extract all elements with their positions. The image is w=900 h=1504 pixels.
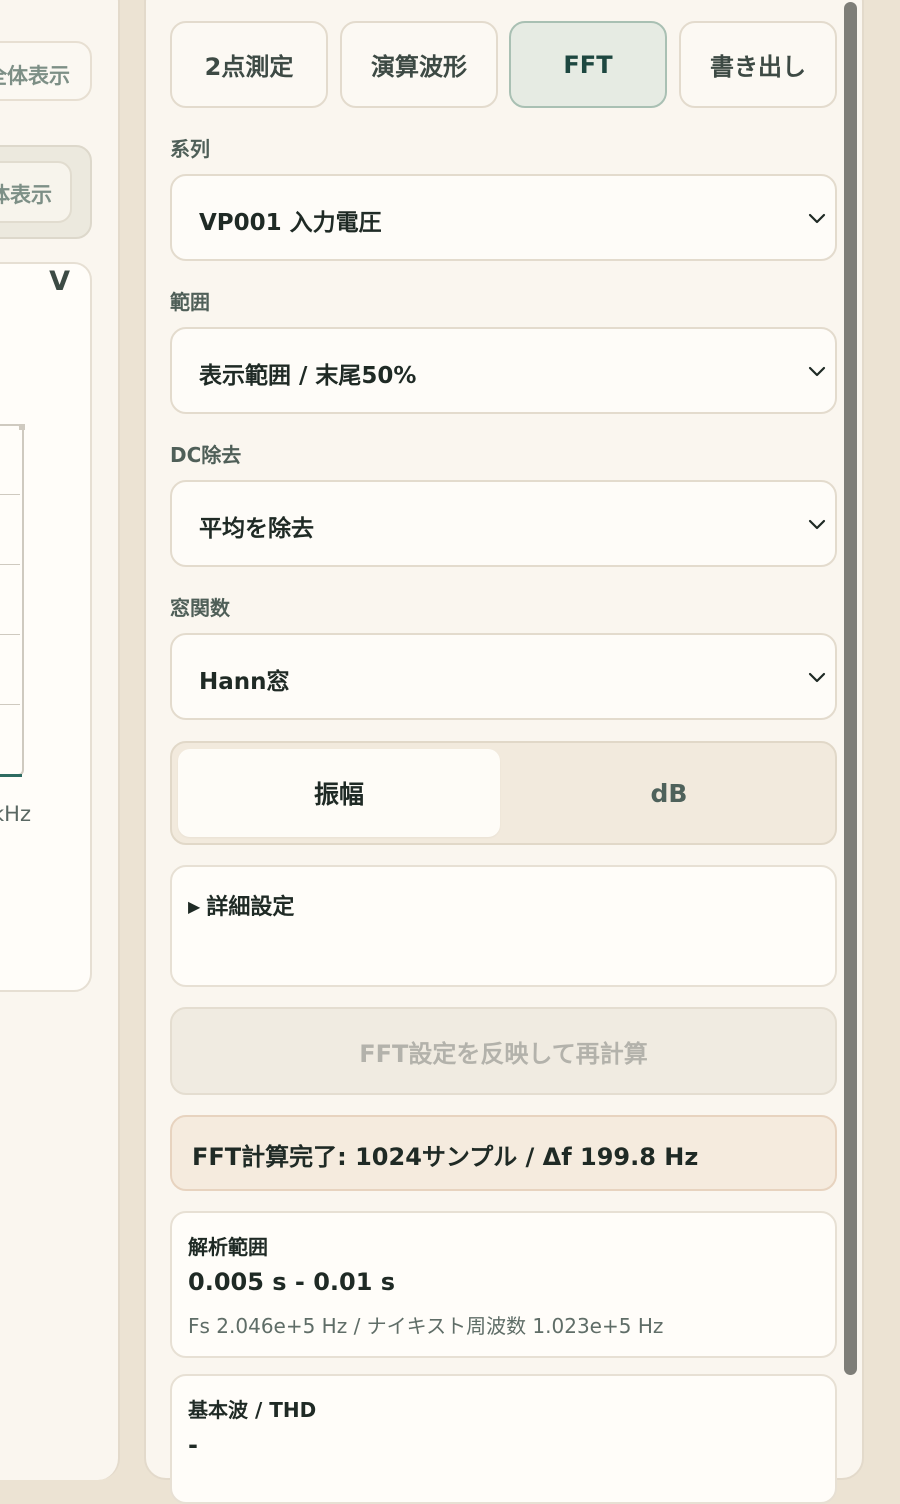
plot-corner-tick <box>19 424 25 430</box>
triangle-right-icon: ▶ <box>188 897 201 916</box>
fit-all-button-label: 全体表示 <box>0 64 70 88</box>
series-select-value: VP001 入力電圧 <box>199 210 382 236</box>
analysis-range-card: 解析範囲 0.005 s - 0.01 s Fs 2.046e+5 Hz / ナ… <box>170 1211 837 1358</box>
waveform-plot-card: V kHz <box>0 262 92 992</box>
amplitude-toggle-button[interactable]: 振幅 <box>178 749 500 837</box>
tab-computed-waveform[interactable]: 演算波形 <box>340 21 498 108</box>
sampling-rate-info: Fs 2.046e+5 Hz / ナイキスト周波数 1.023e+5 Hz <box>188 1314 664 1338</box>
chevron-down-icon <box>808 366 826 377</box>
analysis-range-value: 0.005 s - 0.01 s <box>188 1268 396 1296</box>
plot-gridline <box>0 564 20 565</box>
window-function-label: 窓関数 <box>170 596 230 620</box>
range-select-value: 表示範囲 / 末尾50% <box>199 363 417 389</box>
chevron-down-icon <box>808 213 826 224</box>
fundamental-thd-value: - <box>188 1431 198 1459</box>
series-label: 系列 <box>170 137 210 161</box>
tab-export[interactable]: 書き出し <box>679 21 837 108</box>
advanced-settings-toggle[interactable]: ▶ 詳細設定 <box>188 889 294 921</box>
range-label: 範囲 <box>170 290 210 314</box>
fit-all-button-secondary-label: 体表示 <box>0 183 52 207</box>
fundamental-thd-card: 基本波 / THD - <box>170 1374 837 1504</box>
plot-gridline <box>0 704 20 705</box>
series-select[interactable]: VP001 入力電圧 <box>170 174 837 261</box>
tab-fft[interactable]: FFT <box>509 21 667 108</box>
range-select[interactable]: 表示範囲 / 末尾50% <box>170 327 837 414</box>
dc-removal-select[interactable]: 平均を除去 <box>170 480 837 567</box>
fft-status-message: FFT計算完了: 1024サンプル / Δf 199.8 Hz <box>170 1115 837 1191</box>
fit-all-button[interactable]: 全体表示 <box>0 41 92 101</box>
y-axis-unit-label: V <box>49 266 70 297</box>
advanced-settings-label: 詳細設定 <box>206 895 295 920</box>
analysis-range-title: 解析範囲 <box>188 1235 268 1259</box>
x-axis-unit-label: kHz <box>0 802 31 826</box>
fundamental-thd-title: 基本波 / THD <box>188 1398 317 1422</box>
window-function-select[interactable]: Hann窓 <box>170 633 837 720</box>
advanced-settings-panel: ▶ 詳細設定 <box>170 865 837 987</box>
db-toggle-button[interactable]: dB <box>504 749 834 837</box>
tab-two-point-measure[interactable]: 2点測定 <box>170 21 328 108</box>
waveform-plot-area[interactable] <box>0 424 25 777</box>
plot-gridline <box>0 494 20 495</box>
recalculate-button[interactable]: FFT設定を反映して再計算 <box>170 1007 837 1095</box>
scale-toggle: 振幅 dB <box>170 741 837 845</box>
plot-baseline <box>0 774 22 777</box>
chevron-down-icon <box>808 672 826 683</box>
fit-all-group: 体表示 <box>0 145 92 239</box>
panel-scrollbar[interactable] <box>844 2 857 1375</box>
chevron-down-icon <box>808 519 826 530</box>
fit-all-button-secondary[interactable]: 体表示 <box>0 161 72 223</box>
fft-status-text: FFT計算完了: 1024サンプル / Δf 199.8 Hz <box>192 1143 699 1171</box>
plot-gridline <box>0 634 20 635</box>
dc-removal-select-value: 平均を除去 <box>199 516 314 542</box>
waveform-panel: 全体表示 体表示 V kHz <box>0 0 120 1480</box>
dc-removal-label: DC除去 <box>170 443 242 467</box>
window-function-select-value: Hann窓 <box>199 669 290 695</box>
